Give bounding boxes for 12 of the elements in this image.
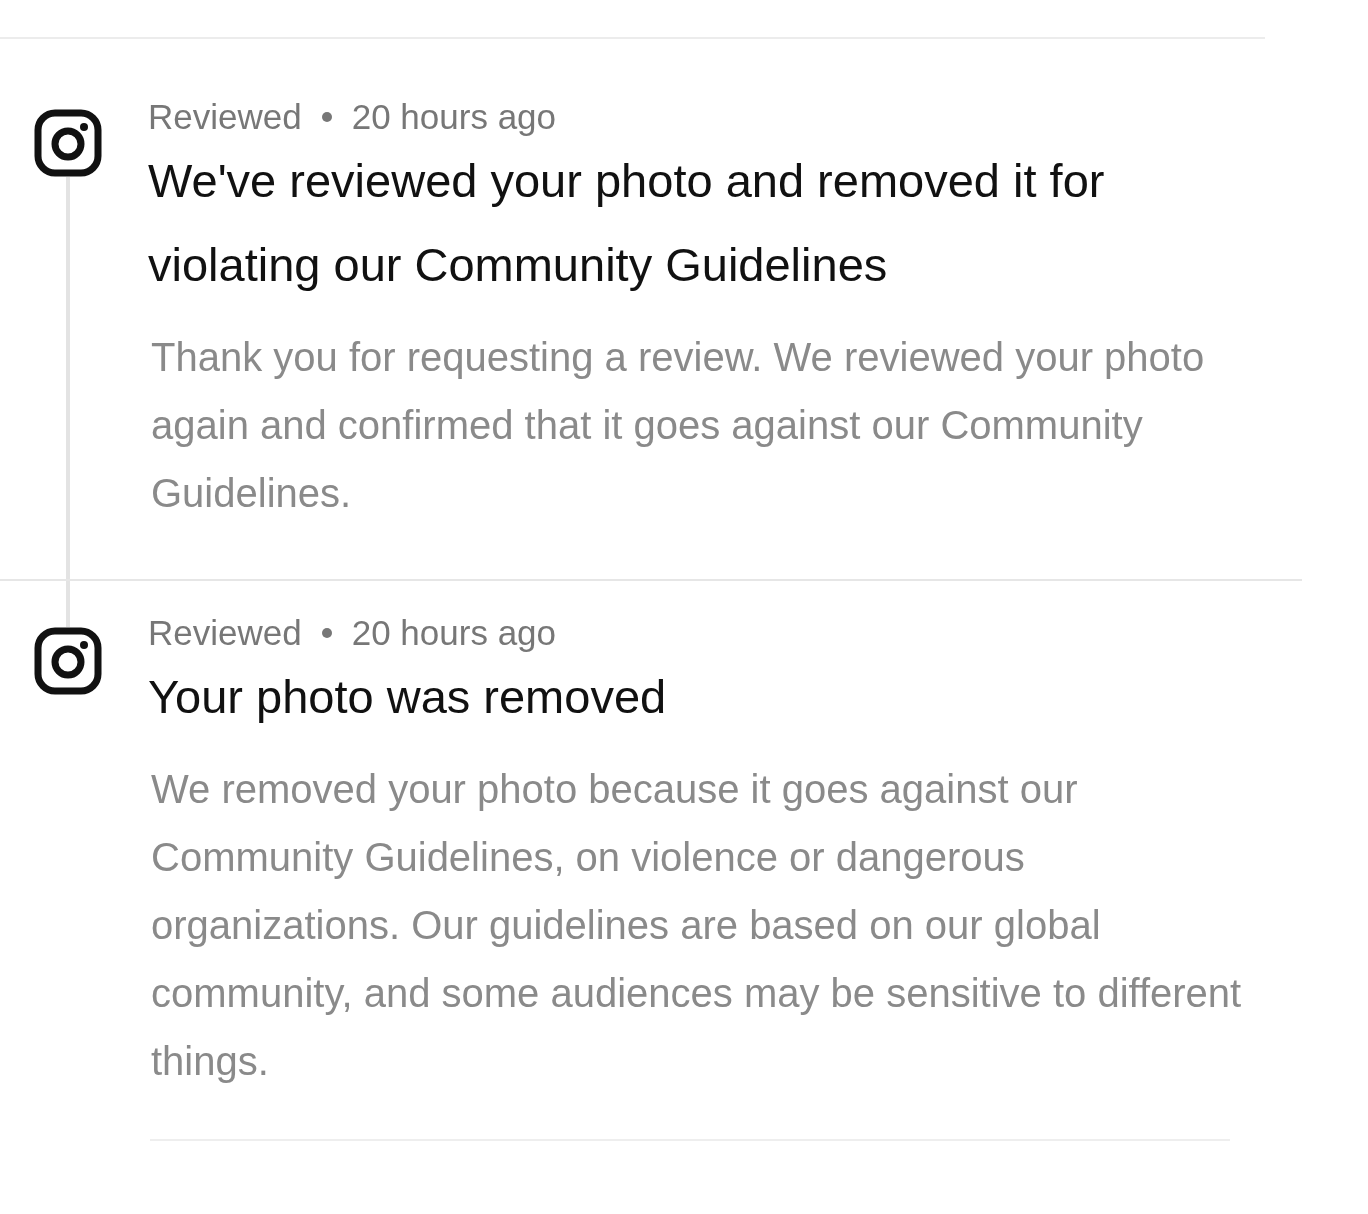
notification-title: Your photo was removed (148, 669, 668, 725)
timestamp: 20 hours ago (351, 613, 557, 653)
notification-title: We've reviewed your photo and removed it for violating our Community Guidelines (148, 153, 1106, 293)
camera-icon (34, 627, 102, 695)
status-label: Reviewed (148, 613, 302, 653)
separator-dot (321, 112, 332, 122)
notification-body: Thank you for requesting a review. We reviewed your photo again and confirmed that it goes against our Community Guidelines. (150, 334, 1206, 517)
separator-dot (321, 628, 332, 638)
notification-body: We removed your photo because it goes against our Community Guidelines, on violence or dangerous organizations. Our guidelines are based on our global community, and some audiences may be sensitive to different things. (150, 766, 1243, 1085)
status-label: Reviewed (148, 97, 302, 137)
camera-icon (34, 109, 102, 177)
timestamp: 20 hours ago (351, 97, 557, 137)
